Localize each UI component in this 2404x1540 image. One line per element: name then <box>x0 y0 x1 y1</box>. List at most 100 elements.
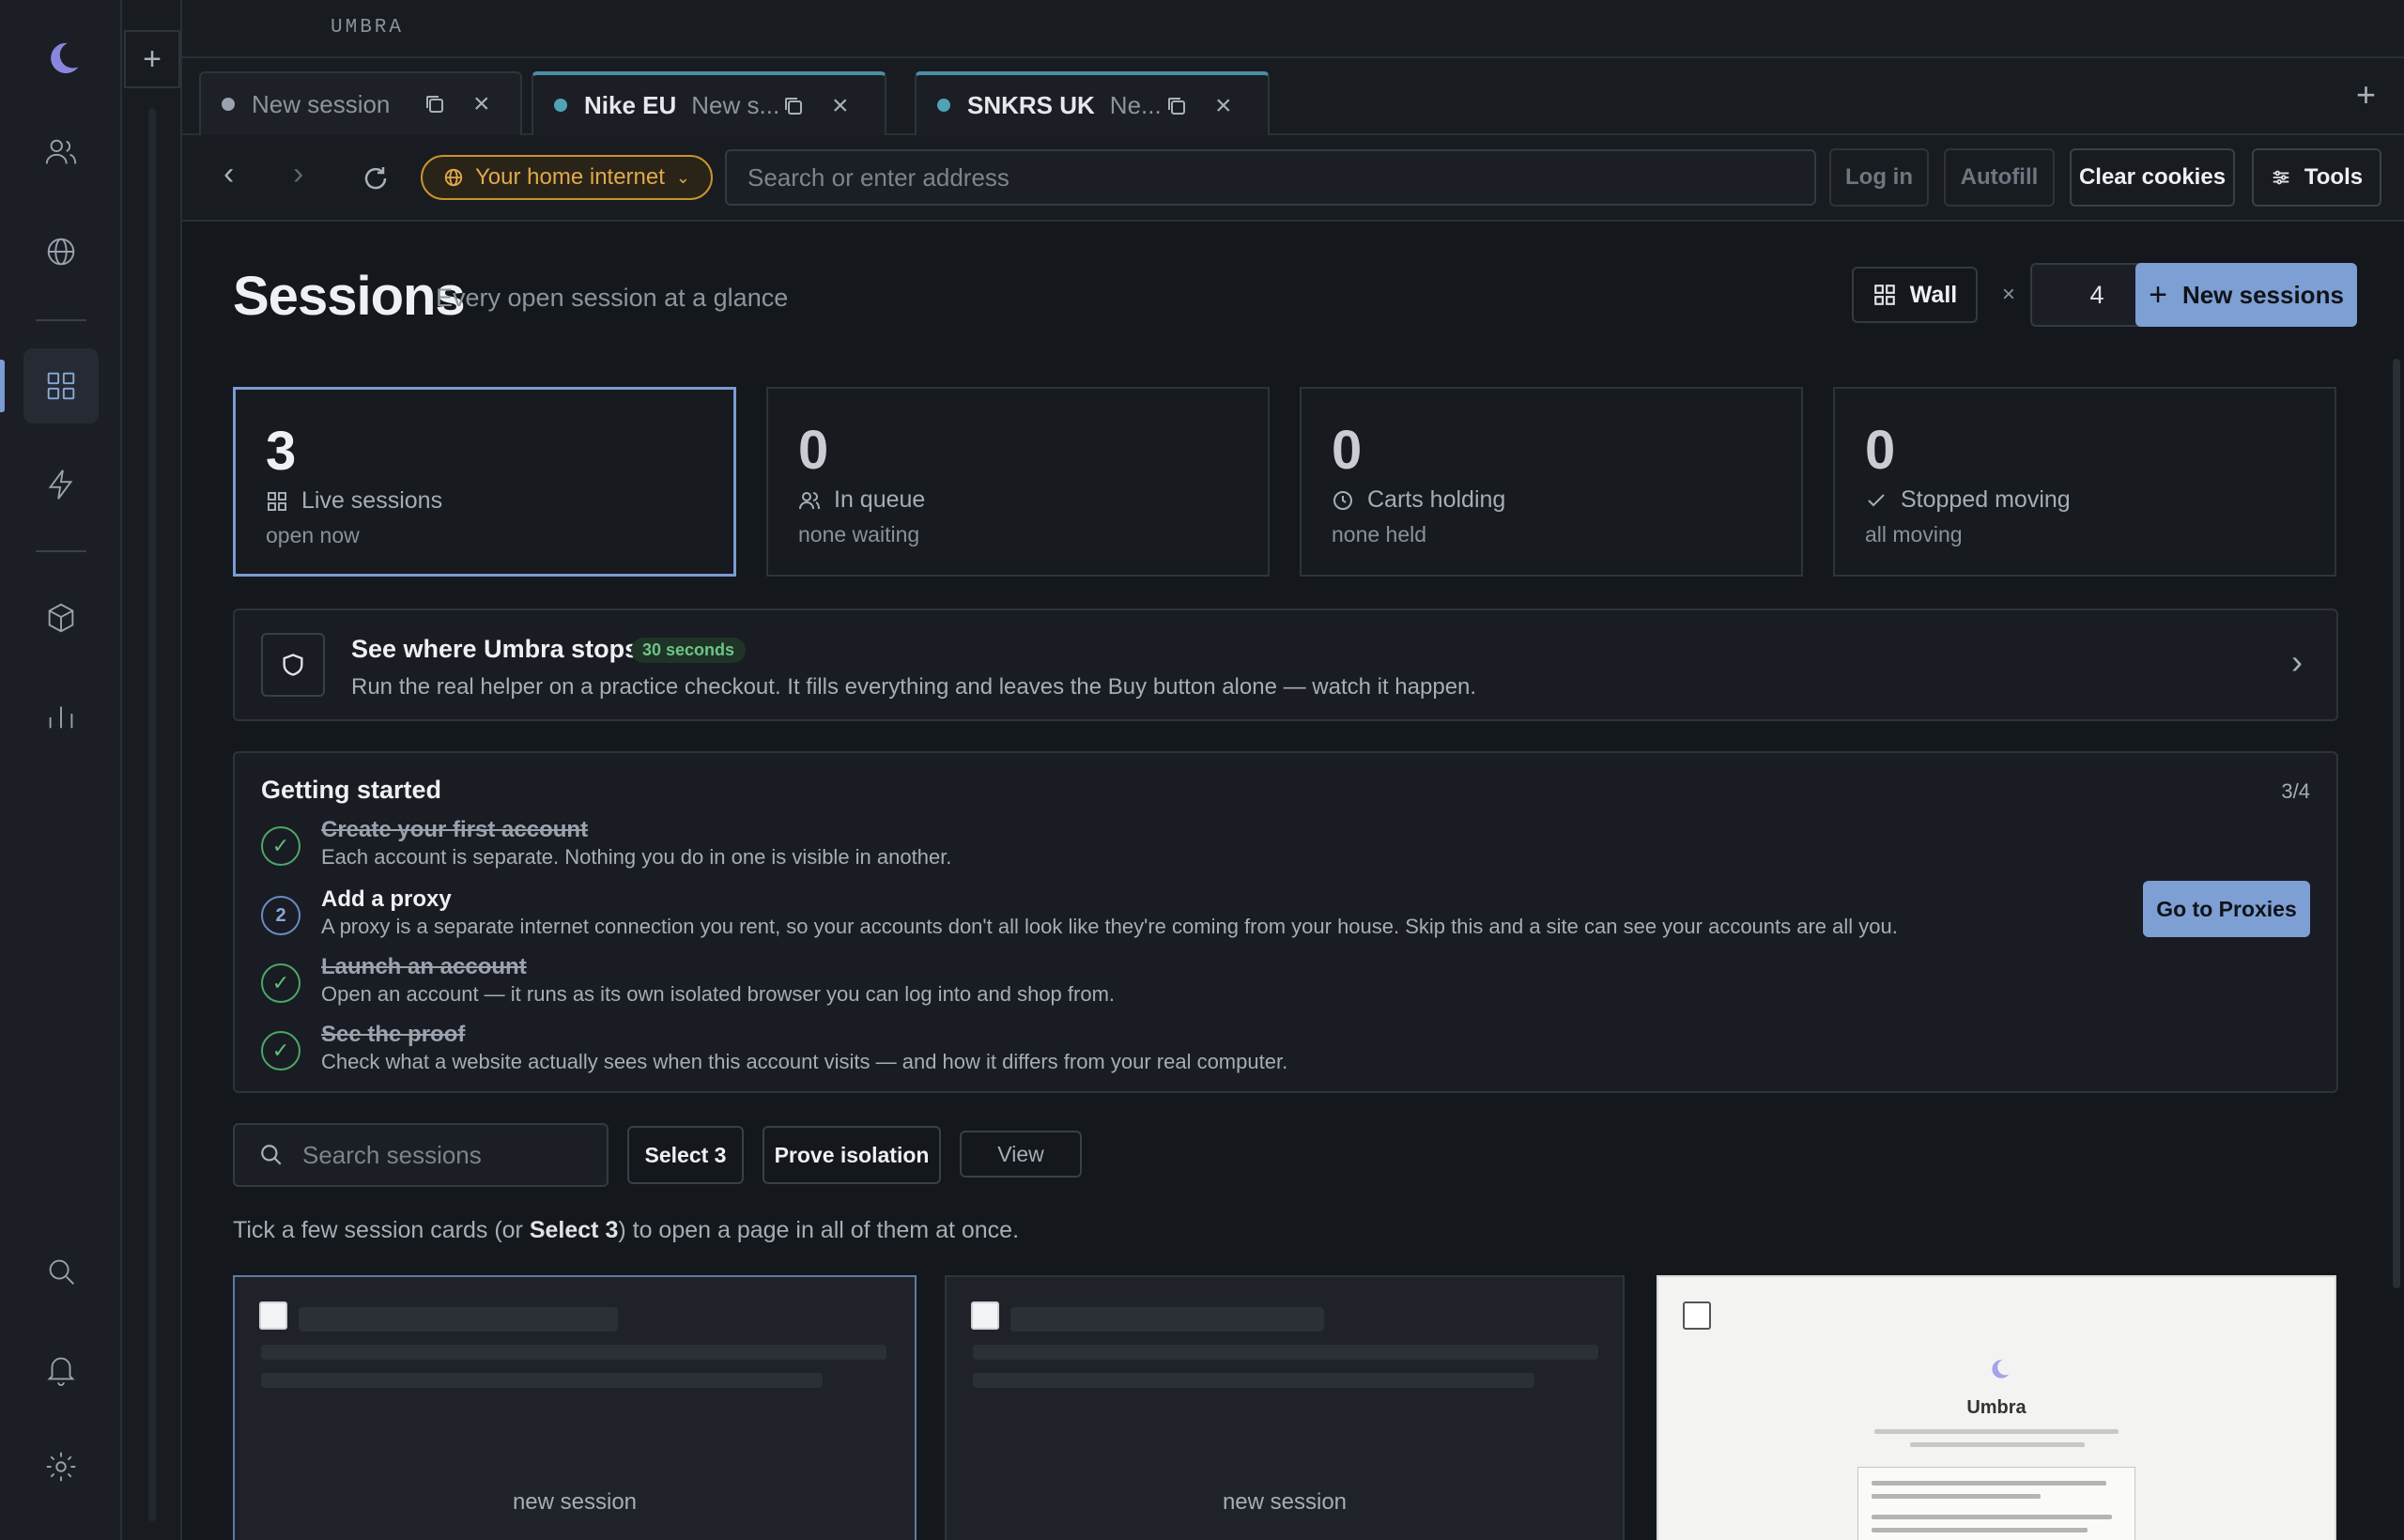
session-card[interactable]: new session <box>233 1275 917 1540</box>
app-window: + UMBRA New session × Nike EU New s... ×… <box>0 0 2404 1540</box>
autofill-button[interactable]: Autofill <box>1944 148 2055 207</box>
preview-text-line <box>1874 1429 2119 1434</box>
duplicate-icon[interactable] <box>781 94 806 118</box>
loading-skeleton <box>973 1373 1534 1388</box>
chevron-right-icon[interactable]: › <box>2291 642 2303 682</box>
proxy-selector[interactable]: Your home internet ⌄ <box>421 155 714 200</box>
tab-name: Nike EU <box>584 90 677 119</box>
stat-label: Stopped moving <box>1901 486 2071 513</box>
tab-bar: New session × Nike EU New s... × SNKRS U… <box>182 58 2404 135</box>
wall-label: Wall <box>1909 281 1958 308</box>
duplicate-icon[interactable] <box>1164 94 1189 118</box>
wall-view-button[interactable]: Wall <box>1852 267 1978 323</box>
loading-skeleton <box>1010 1307 1324 1332</box>
stat-label-row: Stopped moving <box>1865 486 2071 514</box>
multiply-sign: × <box>2002 282 2016 307</box>
tools-label: Tools <box>2304 164 2364 190</box>
strip-scrollbar[interactable] <box>148 108 156 1521</box>
step-title: Create your first account <box>321 817 589 842</box>
practice-checkout-banner[interactable]: See where Umbra stops 30 seconds Run the… <box>233 608 2338 721</box>
stat-value: 0 <box>1332 420 1363 481</box>
session-card[interactable]: Umbra <box>1657 1275 2336 1540</box>
step-title: Launch an account <box>321 954 527 979</box>
navigation-bar: ‹ › Your home internet ⌄ Search or enter… <box>182 135 2404 222</box>
search-sessions-input[interactable]: Search sessions <box>233 1123 609 1187</box>
stat-carts-holding[interactable]: 0 Carts holding none held <box>1300 387 1803 577</box>
page-scrollbar[interactable] <box>2393 359 2400 1288</box>
card-checkbox[interactable] <box>1683 1301 1711 1330</box>
close-icon[interactable]: × <box>473 88 490 120</box>
check-icon: ✓ <box>261 963 300 1003</box>
globe-icon <box>444 168 463 187</box>
tab-name: SNKRS UK <box>967 90 1095 119</box>
preview-row <box>1872 1528 2088 1532</box>
grid-icon[interactable] <box>23 348 99 424</box>
reload-icon[interactable] <box>361 163 391 193</box>
new-tab-button[interactable]: + <box>2356 75 2376 115</box>
card-checkbox[interactable] <box>259 1301 287 1330</box>
hint-bold: Select 3 <box>529 1217 619 1243</box>
stat-in-queue[interactable]: 0 In queue none waiting <box>766 387 1270 577</box>
preview-row <box>1872 1494 2041 1499</box>
tab-nike-eu[interactable]: Nike EU New s... × <box>532 71 886 135</box>
bell-icon[interactable] <box>23 1332 99 1407</box>
add-panel-button[interactable]: + <box>124 30 180 88</box>
close-icon[interactable]: × <box>832 90 849 122</box>
new-sessions-label: New sessions <box>2181 280 2344 309</box>
lightning-icon[interactable] <box>23 447 99 522</box>
hint-text: Tick a few session cards (or <box>233 1217 530 1243</box>
new-sessions-button[interactable]: + New sessions <box>2135 263 2357 327</box>
progress-count: 3/4 <box>2281 779 2310 803</box>
tab-snkrs-uk[interactable]: SNKRS UK Ne... × <box>915 71 1270 135</box>
session-card[interactable]: new session <box>945 1275 1625 1540</box>
card-label: new session <box>1222 1489 1348 1515</box>
back-arrow-icon[interactable]: ‹ <box>223 156 234 192</box>
prove-isolation-button[interactable]: Prove isolation <box>763 1126 941 1184</box>
bar-chart-icon[interactable] <box>23 678 99 753</box>
card-checkbox[interactable] <box>971 1301 999 1330</box>
users-icon[interactable] <box>23 115 99 190</box>
tools-button[interactable]: Tools <box>2252 148 2381 207</box>
forward-arrow-icon[interactable]: › <box>293 156 303 192</box>
select-3-button[interactable]: Select 3 <box>627 1126 744 1184</box>
tab-subtitle: New session <box>252 89 391 118</box>
stat-value: 0 <box>798 420 829 481</box>
gear-icon[interactable] <box>23 1429 99 1504</box>
getting-started-title: Getting started <box>261 776 442 804</box>
step-description: Check what a website actually sees when … <box>321 1050 1288 1073</box>
tab-status-dot <box>222 98 235 111</box>
tab-new-session[interactable]: New session × <box>199 71 522 135</box>
hint-text: ) to open a page in all of them at once. <box>618 1217 1020 1243</box>
search-placeholder: Search sessions <box>302 1140 482 1169</box>
stat-note: open now <box>266 523 360 547</box>
duplicate-icon[interactable] <box>423 92 447 116</box>
clear-cookies-button[interactable]: Clear cookies <box>2070 148 2235 207</box>
login-button[interactable]: Log in <box>1829 148 1929 207</box>
clock-icon <box>1333 490 1352 510</box>
go-to-proxies-button[interactable]: Go to Proxies <box>2143 881 2310 937</box>
sessions-page: Sessions Every open session at a glance … <box>182 222 2404 1540</box>
stat-value: 0 <box>1865 420 1896 481</box>
moon-logo-icon[interactable] <box>23 21 99 96</box>
tab-subtitle: New s... <box>691 90 780 119</box>
stat-note: none held <box>1332 522 1427 547</box>
stat-stopped-moving[interactable]: 0 Stopped moving all moving <box>1833 387 2336 577</box>
stat-live-sessions[interactable]: 3 Live sessions open now <box>233 387 736 577</box>
globe-icon[interactable] <box>23 214 99 289</box>
stat-note: all moving <box>1865 522 1963 547</box>
step-title: Add a proxy <box>321 886 452 912</box>
check-icon: ✓ <box>261 1031 300 1070</box>
loading-skeleton <box>299 1307 618 1332</box>
stat-label-row: Live sessions <box>266 487 442 515</box>
view-button[interactable]: View <box>960 1131 1082 1178</box>
preview-row <box>1872 1515 2112 1519</box>
step-number: 2 <box>261 896 300 935</box>
close-icon[interactable]: × <box>1215 90 1232 122</box>
box-icon[interactable] <box>23 580 99 655</box>
stat-label: In queue <box>834 486 926 513</box>
proxy-label: Your home internet <box>475 164 665 190</box>
stat-label-row: Carts holding <box>1332 486 1505 514</box>
address-bar[interactable]: Search or enter address <box>725 149 1816 206</box>
check-icon <box>1868 493 1885 506</box>
search-icon[interactable] <box>23 1234 99 1309</box>
